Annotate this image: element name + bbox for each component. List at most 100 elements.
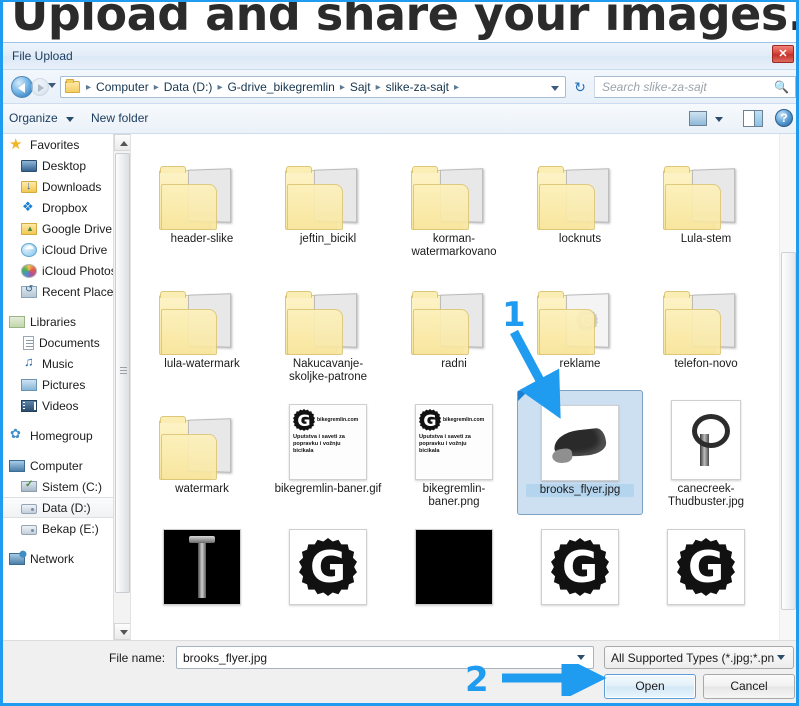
- sidebar-item-desktop[interactable]: Desktop: [3, 155, 130, 176]
- forward-arrow-icon[interactable]: [31, 78, 49, 96]
- address-chevron-down-icon[interactable]: [551, 86, 559, 91]
- new-folder-button[interactable]: New folder: [91, 111, 148, 125]
- sidebar-item-google-drive[interactable]: Google Drive: [3, 218, 130, 239]
- list-item[interactable]: jeftin_bicikl: [265, 140, 391, 265]
- breadcrumb-sajt[interactable]: Sajt: [349, 80, 372, 94]
- scrollbar-thumb[interactable]: [781, 252, 796, 610]
- banner-title: Upload and share your images.: [11, 2, 796, 41]
- folder-icon: [159, 285, 245, 355]
- thumbnail: [415, 517, 493, 605]
- breadcrumb-separator: ▸: [86, 81, 92, 93]
- sidebar-item-dropbox[interactable]: Dropbox: [3, 197, 130, 218]
- scrollbar-thumb[interactable]: [115, 153, 130, 593]
- banner-site-label: bikegremlin.com: [443, 417, 485, 423]
- chevron-down-icon[interactable]: [577, 655, 585, 660]
- chevron-down-icon[interactable]: [66, 117, 74, 122]
- sidebar-item-icloud-drive[interactable]: iCloud Drive: [3, 239, 130, 260]
- libraries-icon: [9, 315, 25, 328]
- file-type-select[interactable]: All Supported Types (*.jpg;*.pn: [604, 646, 794, 669]
- view-icon[interactable]: [689, 111, 707, 126]
- sidebar-group-favorites[interactable]: Favorites: [3, 134, 130, 155]
- organize-button[interactable]: Organize: [9, 111, 58, 125]
- sidebar-item-pictures[interactable]: Pictures: [3, 374, 130, 395]
- list-item[interactable]: telefon-novo: [643, 265, 769, 390]
- file-list-scrollbar[interactable]: [779, 134, 796, 640]
- sidebar-item-data-d[interactable]: Data (D:): [3, 497, 130, 518]
- sidebar-group-libraries[interactable]: Libraries: [3, 311, 130, 332]
- search-box[interactable]: Search slike-za-sajt 🔍: [594, 76, 796, 98]
- thumbnail: [667, 517, 745, 605]
- folder-icon: [159, 410, 245, 480]
- sidebar-label: Data (D:): [42, 500, 91, 515]
- gremlin-gear-icon: [299, 538, 357, 596]
- list-item[interactable]: lula-watermark: [139, 265, 265, 390]
- sidebar-group-computer[interactable]: Computer: [3, 455, 130, 476]
- navigation-pane: Favorites Desktop Downloads Dropbox Goog…: [3, 134, 131, 640]
- breadcrumb-computer[interactable]: Computer: [95, 80, 150, 94]
- breadcrumb-gdrive-bikegremlin[interactable]: G-drive_bikegremlin: [226, 80, 335, 94]
- address-bar-row: ▸ Computer ▸ Data (D:) ▸ G-drive_bikegre…: [3, 70, 796, 104]
- preview-pane-icon[interactable]: [743, 110, 763, 127]
- navigation-pane-scrollbar[interactable]: [113, 134, 130, 640]
- sidebar-item-videos[interactable]: Videos: [3, 395, 130, 416]
- sidebar-group-network[interactable]: Network: [3, 548, 130, 569]
- list-item-label: korman-watermarkovano: [411, 233, 497, 258]
- folder-icon: [411, 285, 497, 355]
- scroll-up-icon[interactable]: [114, 134, 130, 151]
- list-item[interactable]: watermark: [139, 390, 265, 515]
- list-item[interactable]: locknuts: [517, 140, 643, 265]
- breadcrumb-slike-za-sajt[interactable]: slike-za-sajt: [385, 80, 450, 94]
- list-item-label: Nakucavanje-skoljke-patrone: [289, 358, 367, 383]
- view-chevron-down-icon[interactable]: [715, 117, 723, 122]
- page-banner: Upload and share your images.: [3, 2, 796, 42]
- sidebar-label: Documents: [39, 335, 100, 350]
- list-item[interactable]: [391, 515, 517, 640]
- sidebar-item-sistem-c[interactable]: Sistem (C:): [3, 476, 130, 497]
- address-bar[interactable]: ▸ Computer ▸ Data (D:) ▸ G-drive_bikegre…: [60, 76, 566, 98]
- cancel-button[interactable]: Cancel: [703, 674, 795, 699]
- breadcrumb-data-d[interactable]: Data (D:): [163, 80, 214, 94]
- image-thumbnail: [415, 529, 493, 605]
- refresh-icon[interactable]: ↻: [571, 78, 589, 96]
- list-item-label: locknuts: [558, 233, 602, 245]
- documents-icon: [23, 335, 34, 350]
- sidebar-item-downloads[interactable]: Downloads: [3, 176, 130, 197]
- file-list: header-slike jeftin_bicikl korman-waterm…: [131, 134, 796, 640]
- list-item[interactable]: [139, 515, 265, 640]
- recent-locations-chevron-down-icon[interactable]: [48, 83, 56, 88]
- list-item-label: header-slike: [170, 233, 234, 245]
- list-item[interactable]: [517, 515, 643, 640]
- sidebar-label: Libraries: [30, 314, 77, 329]
- list-item[interactable]: Nakucavanje-skoljke-patrone: [265, 265, 391, 390]
- sidebar-item-icloud-photos[interactable]: iCloud Photos: [3, 260, 130, 281]
- list-item-label: Lula-stem: [680, 233, 732, 245]
- list-item[interactable]: Lula-stem: [643, 140, 769, 265]
- banner-line-3: bicikala: [293, 448, 314, 454]
- image-thumbnail: bikegremlin.com Uputstva i saveti za pop…: [289, 404, 367, 480]
- list-item[interactable]: bikegremlin.com Uputstva i saveti za pop…: [265, 390, 391, 515]
- sidebar-item-music[interactable]: Music: [3, 353, 130, 374]
- list-item[interactable]: bikegremlin.com Uputstva i saveti za pop…: [391, 390, 517, 515]
- list-item[interactable]: canecreek-Thudbuster.jpg: [643, 390, 769, 515]
- help-icon[interactable]: ?: [775, 109, 793, 127]
- list-item[interactable]: [643, 515, 769, 640]
- file-name-input[interactable]: brooks_flyer.jpg: [177, 651, 577, 665]
- icloud-drive-icon: [21, 241, 37, 257]
- sidebar-item-bekap-e[interactable]: Bekap (E:): [3, 518, 130, 539]
- list-item[interactable]: header-slike: [139, 140, 265, 265]
- scroll-down-icon[interactable]: [114, 623, 130, 640]
- thumbnail: [411, 142, 497, 230]
- thumbnail: [663, 142, 749, 230]
- sidebar-item-documents[interactable]: Documents: [3, 332, 130, 353]
- list-item[interactable]: korman-watermarkovano: [391, 140, 517, 265]
- list-item[interactable]: [265, 515, 391, 640]
- thumbnail: [537, 142, 623, 230]
- close-icon[interactable]: ✕: [772, 45, 794, 63]
- sidebar-item-recent-places[interactable]: Recent Places: [3, 281, 130, 302]
- back-arrow-icon[interactable]: [11, 76, 33, 98]
- gremlin-gear-icon: [551, 538, 609, 596]
- list-item[interactable]: radni: [391, 265, 517, 390]
- open-button[interactable]: Open: [604, 674, 696, 699]
- search-input[interactable]: Search slike-za-sajt: [595, 80, 774, 94]
- sidebar-group-homegroup[interactable]: Homegroup: [3, 425, 130, 446]
